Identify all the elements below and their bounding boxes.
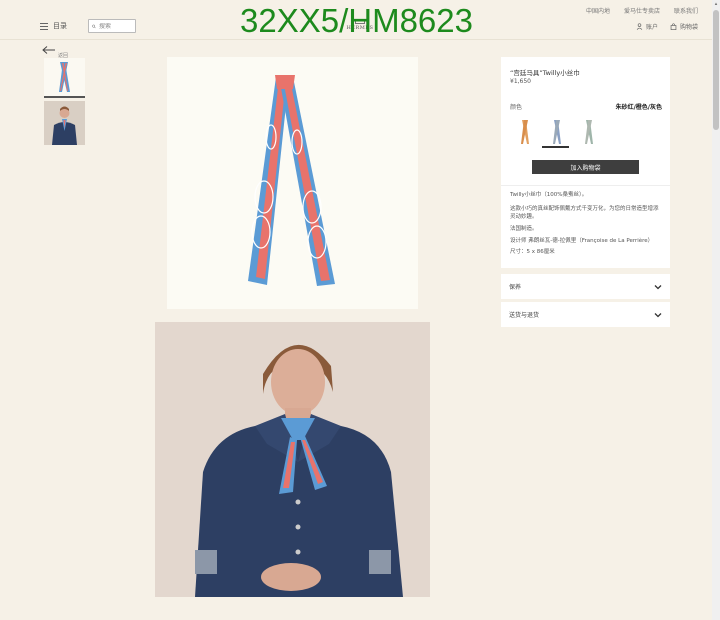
model-image xyxy=(155,322,430,597)
color-value: 朱砂红/橙色/灰色 xyxy=(615,104,662,111)
stores-link[interactable]: 爱马仕专卖店 xyxy=(624,6,660,15)
region-link[interactable]: 中国内地 xyxy=(586,6,610,15)
account-link[interactable]: 账户 xyxy=(636,22,658,31)
user-links: 账户 购物袋 xyxy=(636,22,698,31)
product-image-model[interactable] xyxy=(155,322,430,597)
search-box[interactable] xyxy=(88,19,136,33)
delivery-label: 送货与退货 xyxy=(509,312,540,319)
menu-button[interactable]: 目录 xyxy=(40,21,67,31)
scarf-image xyxy=(248,75,335,286)
thumbnail-scarf[interactable] xyxy=(44,58,85,98)
scarf-thumb-image xyxy=(59,62,70,92)
contact-link[interactable]: 联系我们 xyxy=(674,6,698,15)
menu-label: 目录 xyxy=(53,22,67,30)
model-thumb-image xyxy=(44,101,85,145)
product-title: “宫廷马具”Twilly小丝巾 xyxy=(510,69,580,77)
swatch-selected-indicator xyxy=(542,146,569,148)
top-links: 中国内地 爱马仕专卖店 联系我们 xyxy=(586,6,698,15)
search-icon xyxy=(92,24,96,28)
product-image-scarf[interactable] xyxy=(167,57,418,309)
care-label: 保养 xyxy=(509,284,522,291)
scrollbar-thumb[interactable] xyxy=(713,10,719,130)
add-to-cart-button[interactable]: 加入购物袋 xyxy=(532,160,639,174)
swatch-orange[interactable] xyxy=(509,118,539,146)
swatch-blue-grey[interactable] xyxy=(541,118,571,146)
user-icon xyxy=(636,23,643,30)
product-designer: 设计师 弗朗丝瓦-德-拉佩里（Françoise de La Perrière） xyxy=(510,238,654,244)
scroll-up-icon[interactable]: ▴ xyxy=(713,1,719,7)
divider xyxy=(501,185,670,186)
product-panel: “宫廷马具”Twilly小丝巾 ¥1,650 颜色 朱砂红/橙色/灰色 加入购物… xyxy=(501,57,670,268)
search-input[interactable] xyxy=(99,22,135,30)
chevron-down-icon xyxy=(654,284,662,289)
delivery-accordion[interactable]: 送货与退货 xyxy=(501,302,670,327)
cart-link[interactable]: 购物袋 xyxy=(670,22,698,31)
bag-icon xyxy=(670,23,677,30)
product-desc-body: 这款小巧的真丝配饰佩戴方式千变万化，为您的日常造型增添灵动妙趣。 xyxy=(510,206,659,220)
chevron-down-icon xyxy=(654,312,662,317)
account-label: 账户 xyxy=(645,24,658,31)
product-desc-name: Twilly小丝巾（100%桑蚕丝）。 xyxy=(510,192,588,198)
product-price: ¥1,650 xyxy=(510,78,531,85)
swatch-green-grey[interactable] xyxy=(573,118,603,146)
care-accordion[interactable]: 保养 xyxy=(501,274,670,299)
thumbnail-model[interactable] xyxy=(44,101,85,145)
menu-icon xyxy=(40,22,48,30)
product-size: 尺寸：5 x 86厘米 xyxy=(510,249,555,255)
watermark-text: 32XX5/HM8623 xyxy=(240,2,473,39)
color-label: 颜色 xyxy=(510,104,523,111)
cart-label: 购物袋 xyxy=(679,24,698,31)
arrow-left-icon xyxy=(42,46,55,54)
product-made-in: 法国制造。 xyxy=(510,226,538,232)
